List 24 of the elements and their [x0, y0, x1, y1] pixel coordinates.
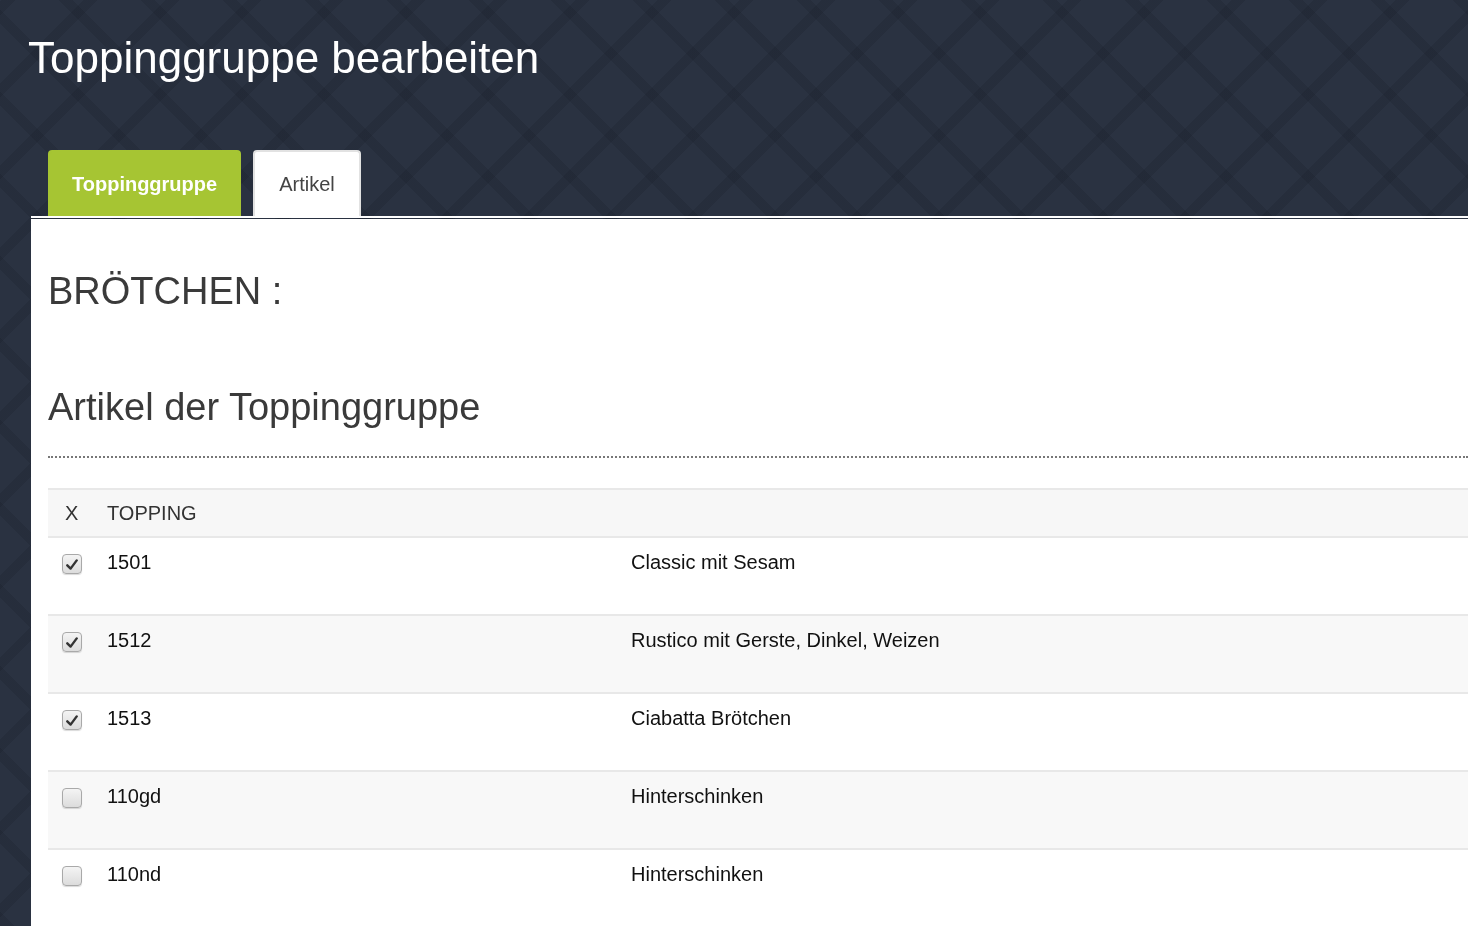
check-icon	[66, 558, 78, 570]
section-title: Artikel der Toppinggruppe	[48, 385, 481, 430]
table-cell-text: 110gd	[107, 784, 162, 808]
tab[interactable]: Artikel	[253, 150, 361, 216]
checkbox[interactable]	[62, 866, 82, 886]
table-cell-text: Classic mit Sesam	[631, 550, 796, 574]
table-cell-text: 1512	[107, 628, 152, 652]
check-icon	[66, 636, 78, 648]
table-cell-text: Hinterschinken	[631, 862, 764, 886]
table-cell-text: Ciabatta Brötchen	[631, 706, 792, 730]
checkbox[interactable]	[62, 632, 82, 652]
table-cell-text: 1513	[107, 706, 152, 730]
checkbox[interactable]	[62, 710, 82, 730]
group-heading: BRÖTCHEN :	[48, 269, 283, 314]
checkbox[interactable]	[62, 554, 82, 574]
table-cell-text: 1501	[107, 550, 152, 574]
column-header: X	[65, 501, 79, 525]
table-cell-text: Hinterschinken	[631, 784, 764, 808]
checkbox[interactable]	[62, 788, 82, 808]
table-cell-text: Rustico mit Gerste, Dinkel, Weizen	[631, 628, 940, 652]
table-cell-text: 110nd	[107, 862, 162, 886]
check-icon	[66, 714, 78, 726]
column-header: TOPPING	[107, 501, 197, 525]
page-title: Toppinggruppe bearbeiten	[28, 32, 540, 84]
